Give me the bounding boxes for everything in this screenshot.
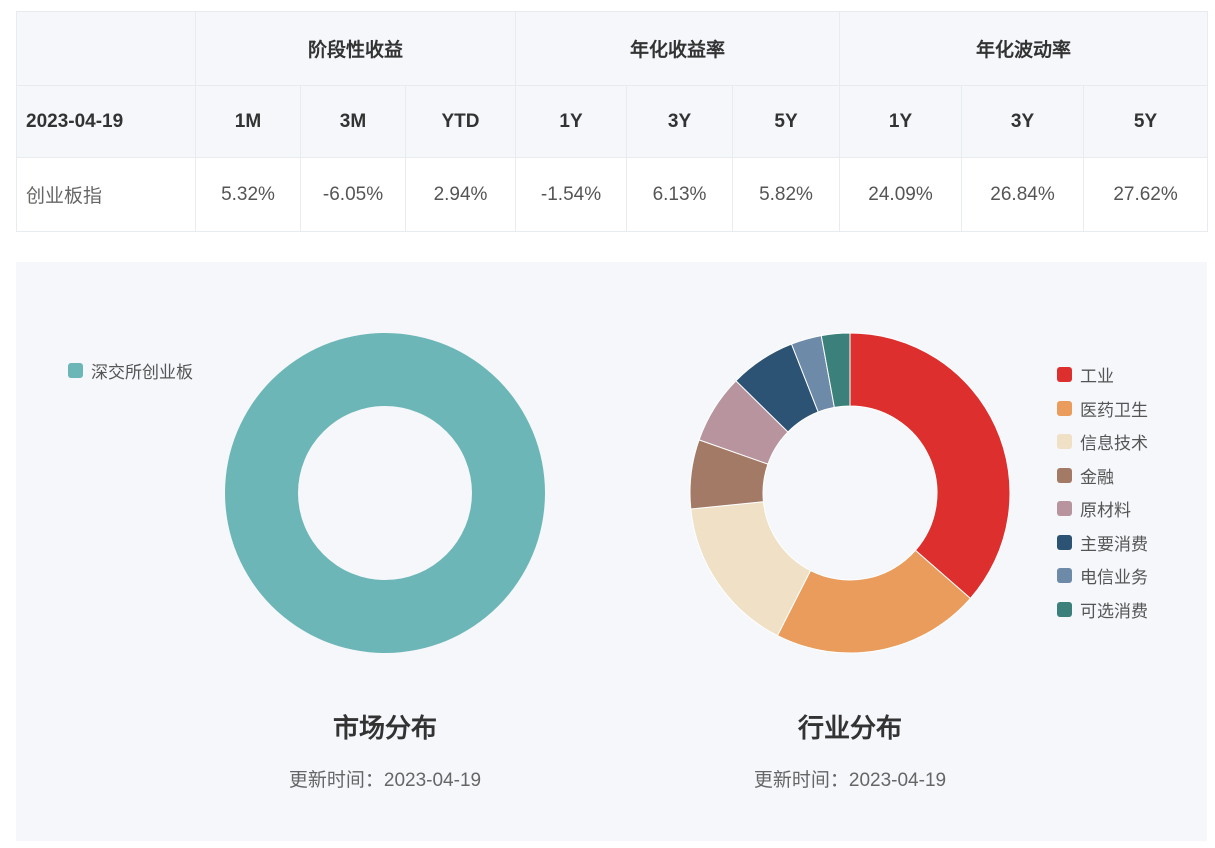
header-corner — [16, 11, 196, 86]
charts-panel: 深交所创业板 工业 医药卫生 信息技术 金融 原材料 主要消费 电信业务 可选消费 市场分布 … — [16, 262, 1207, 841]
table-cell: 2.94% — [404, 157, 517, 232]
period-header: 1Y — [839, 85, 963, 158]
table-cell: -1.54% — [515, 157, 628, 232]
legend-label: 医药卫生 — [1080, 400, 1148, 420]
table-row: 创业板指 5.32% -6.05% 2.94% -1.54% 6.13% 5.8… — [16, 157, 1209, 232]
legend-label: 主要消费 — [1080, 534, 1148, 554]
period-header: 3Y — [626, 85, 734, 158]
table-cell: 27.62% — [1083, 157, 1209, 232]
table-cell: 6.13% — [626, 157, 734, 232]
legend-label: 原材料 — [1080, 501, 1131, 521]
industry-legend-item[interactable]: 电信业务 — [1057, 559, 1148, 593]
industry-legend-item[interactable]: 原材料 — [1057, 492, 1148, 526]
period-header: YTD — [404, 85, 517, 158]
group-header-annualized-volatility: 年化波动率 — [839, 11, 1209, 86]
legend-swatch — [1057, 601, 1072, 617]
legend-label: 金融 — [1080, 467, 1114, 487]
industry-chart-title: 行业分布 — [797, 713, 902, 743]
period-header: 3M — [300, 85, 406, 158]
market-chart-title: 市场分布 — [332, 713, 437, 743]
group-header-annualized-return: 年化收益率 — [515, 11, 841, 86]
legend-swatch — [1057, 400, 1072, 416]
period-header: 5Y — [1083, 85, 1209, 158]
legend-label: 可选消费 — [1080, 601, 1148, 621]
industry-legend: 工业医药卫生信息技术金融原材料主要消费电信业务可选消费 — [1057, 358, 1148, 626]
period-header-row: 2023-04-19 1M 3M YTD 1Y 3Y 5Y 1Y 3Y 5Y — [16, 85, 1209, 158]
industry-legend-item[interactable]: 主要消费 — [1057, 526, 1148, 560]
table-cell: 5.32% — [195, 157, 301, 232]
legend-swatch — [68, 363, 83, 378]
industry-legend-item[interactable]: 金融 — [1057, 459, 1148, 493]
legend-label: 深交所创业板 — [91, 363, 193, 382]
group-header-period-return: 阶段性收益 — [194, 11, 517, 86]
market-chart-subtitle: 更新时间：2023-04-19 — [288, 770, 482, 791]
legend-swatch — [1057, 467, 1072, 483]
table-cell: -6.05% — [300, 157, 406, 232]
index-name: 创业板指 — [16, 157, 196, 232]
group-header-row: 阶段性收益 年化收益率 年化波动率 — [16, 11, 1209, 86]
industry-slice[interactable] — [849, 332, 1011, 600]
period-header: 1M — [195, 85, 301, 158]
legend-swatch — [1057, 434, 1072, 450]
performance-table: 阶段性收益 年化收益率 年化波动率 2023-04-19 1M 3M YTD 1… — [16, 11, 1209, 232]
table-cell: 24.09% — [839, 157, 963, 232]
market-slice[interactable] — [225, 333, 545, 653]
table-date: 2023-04-19 — [16, 85, 196, 158]
industry-chart-subtitle: 更新时间：2023-04-19 — [753, 770, 947, 791]
legend-label: 工业 — [1080, 367, 1114, 387]
charts-canvas — [225, 332, 1011, 654]
legend-swatch — [1057, 534, 1072, 550]
legend-swatch — [1057, 501, 1072, 517]
legend-swatch — [1057, 367, 1072, 383]
legend-label: 信息技术 — [1080, 434, 1148, 454]
table-cell: 26.84% — [961, 157, 1085, 232]
period-header: 3Y — [961, 85, 1085, 158]
table-cell: 5.82% — [732, 157, 841, 232]
period-header: 1Y — [515, 85, 628, 158]
industry-legend-item[interactable]: 信息技术 — [1057, 425, 1148, 459]
legend-swatch — [1057, 568, 1072, 584]
industry-legend-item[interactable]: 医药卫生 — [1057, 392, 1148, 426]
industry-legend-item[interactable]: 可选消费 — [1057, 593, 1148, 627]
legend-label: 电信业务 — [1080, 568, 1148, 588]
market-legend-item[interactable]: 深交所创业板 — [68, 358, 193, 383]
period-header: 5Y — [732, 85, 841, 158]
industry-legend-item[interactable]: 工业 — [1057, 358, 1148, 392]
